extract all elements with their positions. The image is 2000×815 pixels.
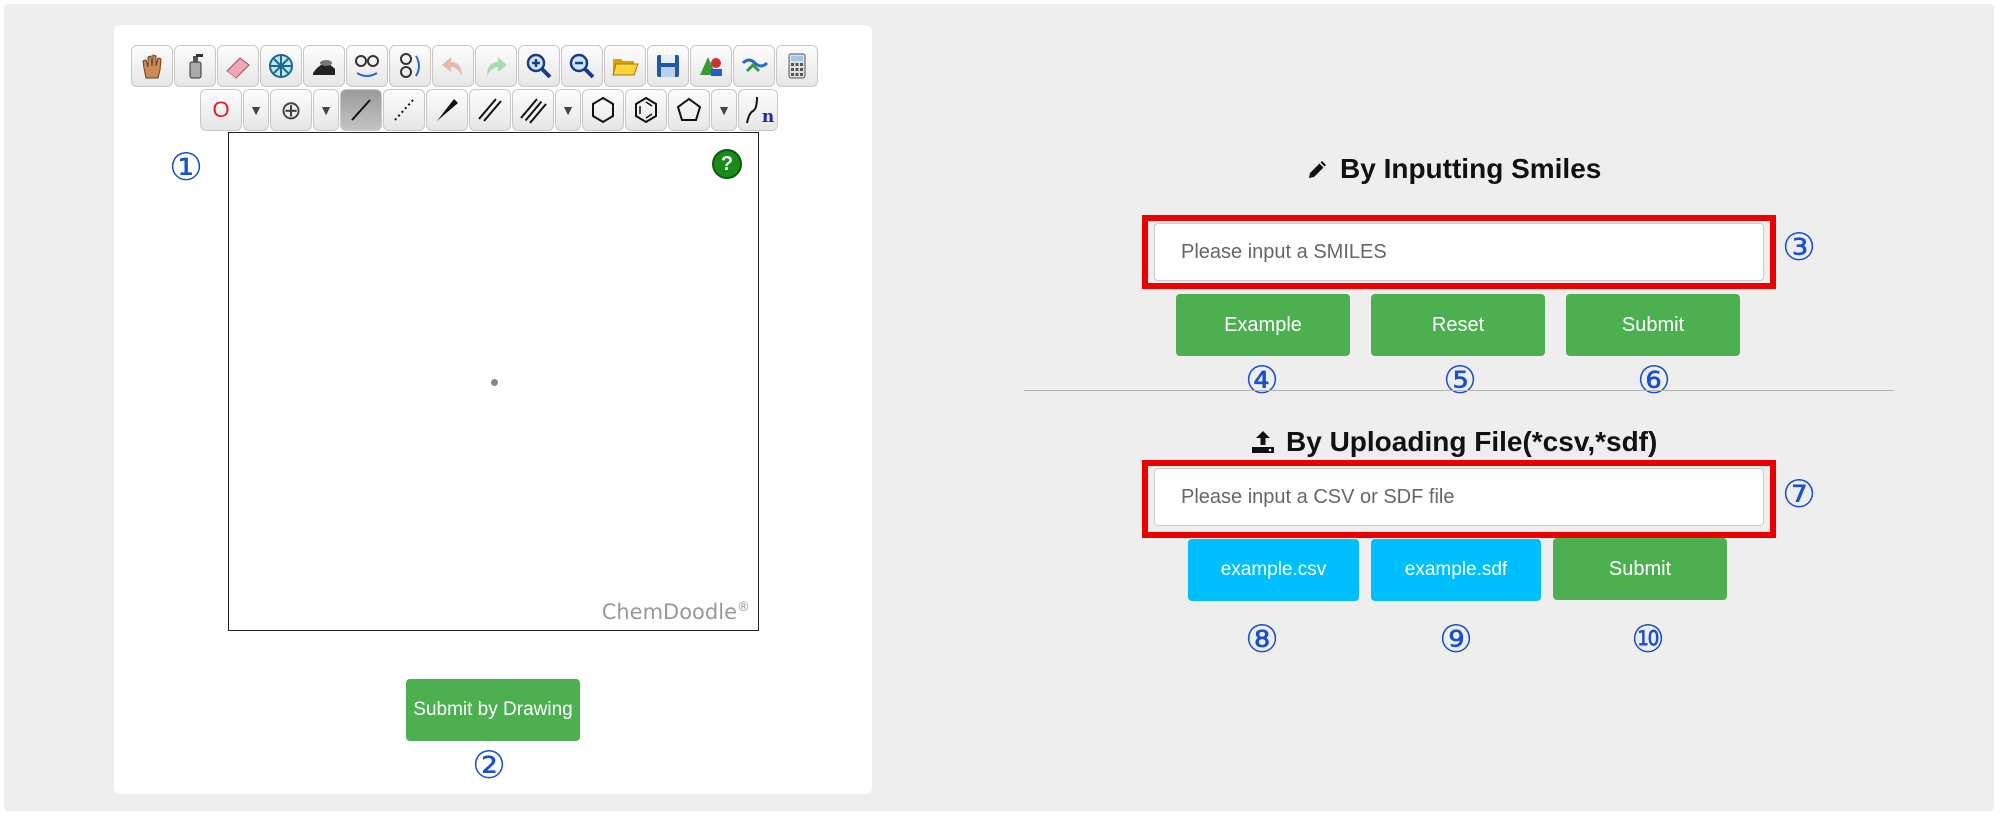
chemdoodle-watermark: ChemDoodle®	[602, 600, 750, 624]
upload-submit-button[interactable]: Submit	[1553, 538, 1727, 600]
bond-dropdown-icon[interactable]: ▼	[555, 89, 581, 131]
templates-icon[interactable]	[690, 45, 732, 87]
smiles-heading: By Inputting Smiles	[1306, 153, 1601, 185]
flip-vertical-icon[interactable]	[389, 45, 431, 87]
open-folder-icon[interactable]	[604, 45, 646, 87]
hashed-bond-icon[interactable]	[383, 89, 425, 131]
example-button[interactable]: Example	[1176, 294, 1350, 356]
eraser-icon[interactable]	[217, 45, 259, 87]
brand-mark: ®	[737, 600, 750, 615]
double-bond-icon[interactable]	[469, 89, 511, 131]
submit-by-drawing-button[interactable]: Submit by Drawing	[406, 679, 580, 741]
section-divider	[1024, 390, 1894, 391]
smiles-input[interactable]	[1154, 223, 1764, 281]
marker-10: ⑩	[1631, 617, 1666, 661]
hand-icon[interactable]	[131, 45, 173, 87]
calculator-icon[interactable]	[776, 45, 818, 87]
example-sdf-button[interactable]: example.sdf	[1371, 539, 1541, 601]
atom-label-text: O	[212, 97, 230, 122]
marker-4: ④	[1245, 358, 1280, 402]
save-icon[interactable]	[647, 45, 689, 87]
ring-dropdown-icon[interactable]: ▼	[711, 89, 737, 131]
center-icon[interactable]	[260, 45, 302, 87]
clean-icon[interactable]	[303, 45, 345, 87]
spray-icon[interactable]	[174, 45, 216, 87]
triple-bond-icon[interactable]	[512, 89, 554, 131]
cyclopentane-icon[interactable]	[668, 89, 710, 131]
help-label: ?	[720, 152, 734, 175]
charge-icon[interactable]: ⊕	[270, 89, 312, 131]
canvas-center-dot	[491, 379, 498, 386]
sketcher-toolbar-top	[131, 45, 819, 87]
brand-text: ChemDoodle	[601, 600, 737, 624]
zoom-in-icon[interactable]	[518, 45, 560, 87]
upload-heading-text: By Uploading File(*csv,*sdf)	[1286, 426, 1658, 457]
search-icon[interactable]	[733, 45, 775, 87]
atom-label-button[interactable]: O	[200, 89, 242, 131]
undo-icon[interactable]	[432, 45, 474, 87]
atom-dropdown-icon[interactable]: ▼	[243, 89, 269, 131]
marker-3: ③	[1782, 225, 1817, 269]
smiles-heading-text: By Inputting Smiles	[1340, 153, 1602, 184]
cyclohexane-icon[interactable]	[582, 89, 624, 131]
drawing-canvas[interactable]: ? ChemDoodle®	[228, 132, 759, 631]
marker-2: ②	[472, 743, 507, 787]
marker-1: ①	[169, 145, 204, 189]
marker-8: ⑧	[1245, 617, 1280, 661]
marker-6: ⑥	[1637, 358, 1672, 402]
file-input[interactable]	[1154, 468, 1764, 526]
upload-icon	[1252, 431, 1274, 453]
marker-9: ⑨	[1439, 617, 1474, 661]
benzene-icon[interactable]	[625, 89, 667, 131]
sketcher-toolbar-bottom: O ▼ ⊕ ▼ ▼ ▼ n	[200, 89, 779, 131]
marker-5: ⑤	[1443, 358, 1478, 402]
single-bond-icon[interactable]	[340, 89, 382, 131]
chain-n-label: n	[761, 107, 775, 127]
reset-button[interactable]: Reset	[1371, 294, 1545, 356]
charge-dropdown-icon[interactable]: ▼	[313, 89, 339, 131]
help-button[interactable]: ?	[712, 149, 742, 179]
wedge-bond-icon[interactable]	[426, 89, 468, 131]
zoom-out-icon[interactable]	[561, 45, 603, 87]
upload-heading: By Uploading File(*csv,*sdf)	[1250, 426, 1657, 458]
pencil-icon	[1309, 161, 1326, 178]
redo-icon[interactable]	[475, 45, 517, 87]
smiles-submit-button[interactable]: Submit	[1566, 294, 1740, 356]
example-csv-button[interactable]: example.csv	[1188, 539, 1359, 601]
chain-icon[interactable]: n	[738, 89, 778, 131]
marker-7: ⑦	[1782, 472, 1817, 516]
flip-horizontal-icon[interactable]	[346, 45, 388, 87]
